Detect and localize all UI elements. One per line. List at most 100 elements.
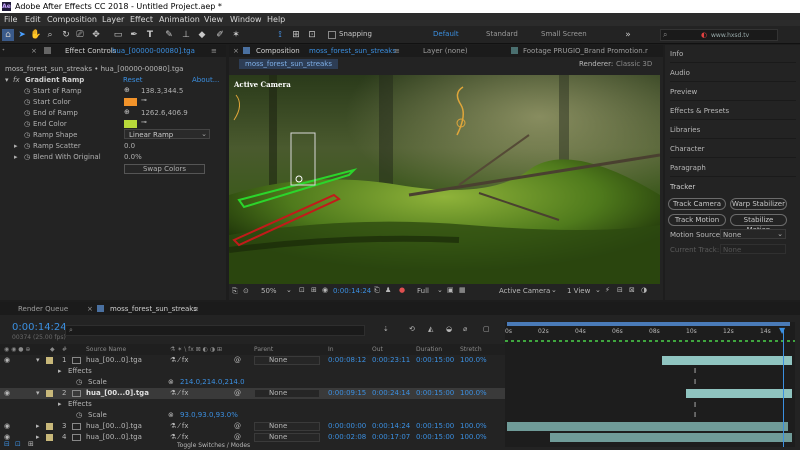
close-tab-icon[interactable]: ×: [87, 303, 93, 315]
source-name-header[interactable]: Source Name: [86, 344, 126, 355]
rotate-tool-icon[interactable]: ↻: [60, 29, 72, 41]
layer-name[interactable]: hua_[00...0].tga: [86, 388, 149, 399]
layer-out[interactable]: 0:00:14:24: [372, 421, 410, 432]
show-snapshot-icon[interactable]: ♟: [385, 286, 391, 294]
workspace-standard[interactable]: Standard: [486, 30, 518, 38]
eyedropper-icon[interactable]: ⊸: [141, 96, 147, 104]
grid-icon[interactable]: ⊞: [311, 286, 317, 294]
layer-name[interactable]: hua_[00...0].tga: [86, 421, 142, 432]
comp-mini-flowchart-icon[interactable]: ⊟: [4, 440, 10, 448]
track-motion-button[interactable]: Track Motion: [668, 214, 726, 226]
brush-tool-icon[interactable]: ✎: [163, 29, 175, 41]
chevron-down-icon[interactable]: ▾: [36, 355, 40, 366]
pen-tool-icon[interactable]: ✒: [128, 29, 140, 41]
stopwatch-icon[interactable]: ◷: [24, 120, 30, 128]
end-of-ramp-value[interactable]: 1262.6,406.9: [141, 109, 188, 117]
layer-name[interactable]: hua_[00...0].tga: [86, 355, 142, 366]
stretch-header[interactable]: Stretch: [460, 344, 482, 355]
toggle-switches-modes[interactable]: Toggle Switches / Modes: [177, 442, 250, 449]
stopwatch-icon[interactable]: ◷: [24, 131, 30, 139]
menu-effect[interactable]: Effect: [130, 13, 153, 26]
expand-switches-icon[interactable]: ⊡: [15, 440, 21, 448]
axis-world-icon[interactable]: ⊞: [290, 29, 302, 41]
layer-switches-icon[interactable]: ⚗ ⁄ fx: [170, 355, 189, 366]
magnify-ratio-icon[interactable]: ⊙: [243, 287, 249, 295]
stabilize-motion-button[interactable]: Stabilize Motion: [730, 214, 787, 234]
menu-layer[interactable]: Layer: [102, 13, 124, 26]
chevron-right-icon[interactable]: ▸: [58, 399, 62, 410]
stopwatch-icon[interactable]: ◷: [24, 153, 30, 161]
audio-panel-header[interactable]: Audio: [670, 64, 796, 82]
layer-stretch[interactable]: 100.0%: [460, 388, 487, 399]
work-area-bar[interactable]: [507, 322, 790, 326]
menu-animation[interactable]: Animation: [159, 13, 200, 26]
parent-header[interactable]: Parent: [254, 344, 273, 355]
pickwhip-icon[interactable]: @: [234, 355, 241, 366]
chevron-down-icon[interactable]: ▾: [5, 76, 9, 84]
menu-view[interactable]: View: [204, 13, 223, 26]
snapping-checkbox[interactable]: [328, 31, 336, 39]
layer-stretch[interactable]: 100.0%: [460, 432, 487, 443]
draft-3d-icon[interactable]: ⟲: [409, 325, 415, 333]
composition-tab-label[interactable]: Composition: [256, 45, 300, 57]
layer-duration[interactable]: 0:00:15:00: [416, 388, 454, 399]
selection-tool-icon[interactable]: ➤: [16, 29, 28, 41]
layer-switches-icon[interactable]: ⚗ ⁄ fx: [170, 421, 189, 432]
composition-tab-name[interactable]: moss_forest_sun_streaks: [309, 45, 396, 57]
camera-tool-icon[interactable]: ⎚: [74, 29, 86, 41]
comp-subtab[interactable]: moss_forest_sun_streaks: [239, 59, 338, 69]
axis-view-icon[interactable]: ⊡: [306, 29, 318, 41]
start-of-ramp-value[interactable]: 138.3,344.5: [141, 87, 183, 95]
time-graph[interactable]: 0s 02s 04s 06s 08s 10s 12s 14s I I I I ▼: [505, 322, 795, 447]
reset-link[interactable]: Reset: [123, 76, 143, 84]
live-update-icon[interactable]: ▢: [483, 325, 490, 333]
tracker-panel-header[interactable]: Tracker: [670, 178, 796, 196]
pickwhip-icon[interactable]: @: [234, 388, 241, 399]
workspace-menu-icon[interactable]: »: [622, 29, 634, 41]
layer-in[interactable]: 0:00:00:00: [328, 421, 366, 432]
chevron-down-icon[interactable]: ⌄: [286, 286, 292, 294]
chevron-right-icon[interactable]: ▸: [14, 153, 18, 161]
timeline-menu-icon[interactable]: ≡: [193, 303, 199, 315]
swap-colors-button[interactable]: Swap Colors: [124, 164, 205, 174]
ramp-scatter-value[interactable]: 0.0: [124, 142, 135, 150]
crosshair-icon[interactable]: ⊕: [124, 86, 130, 94]
layer-row[interactable]: ◉ ▸ 4 hua_[00...0].tga ⚗ ⁄ fx @ None 0:0…: [0, 432, 505, 443]
workspace-small-screen[interactable]: Small Screen: [541, 30, 587, 38]
clone-stamp-tool-icon[interactable]: ⊥: [180, 29, 192, 41]
footage-tab[interactable]: Footage PRUGIO_Brand Promotion.r: [523, 45, 648, 57]
layer-row[interactable]: ◉ ▸ 3 hua_[00...0].tga ⚗ ⁄ fx @ None 0:0…: [0, 421, 505, 432]
keyframe-icon[interactable]: I: [694, 401, 696, 409]
info-panel-header[interactable]: Info: [670, 45, 796, 63]
chevron-down-icon[interactable]: ⌄: [595, 286, 601, 294]
label-color-swatch[interactable]: [46, 423, 53, 430]
eye-icon[interactable]: ◉: [4, 355, 10, 366]
puppet-tool-icon[interactable]: ✶: [230, 29, 242, 41]
layer-duration[interactable]: 0:00:15:00: [416, 432, 454, 443]
type-tool-icon[interactable]: T: [144, 29, 156, 41]
warp-stabilizer-button[interactable]: Warp Stabilizer: [730, 198, 787, 210]
layer-stretch[interactable]: 100.0%: [460, 421, 487, 432]
roto-brush-tool-icon[interactable]: ✐: [214, 29, 226, 41]
label-color-swatch[interactable]: [46, 390, 53, 397]
keyframe-icon[interactable]: I: [694, 367, 696, 375]
keyframe-icon[interactable]: I: [694, 378, 696, 386]
close-tab-icon[interactable]: ×: [233, 45, 239, 57]
parent-dropdown[interactable]: None: [254, 433, 320, 442]
composition-panel-menu-icon[interactable]: ≡: [394, 45, 400, 57]
timeline-timecode[interactable]: 0:00:14:24: [12, 322, 67, 333]
channel-color-icon[interactable]: ●: [399, 286, 405, 294]
graph-editor-icon[interactable]: ⌀: [463, 325, 467, 333]
layer-out[interactable]: 0:00:24:14: [372, 388, 410, 399]
eraser-tool-icon[interactable]: ◆: [196, 29, 208, 41]
panel-menu-icon[interactable]: ᐩ: [2, 45, 5, 57]
layer-tab[interactable]: Layer (none): [423, 45, 468, 57]
region-of-interest-icon[interactable]: ▣: [447, 286, 454, 294]
frame-blending-icon[interactable]: ◭: [428, 325, 433, 333]
parent-dropdown[interactable]: None: [254, 389, 320, 398]
chevron-right-icon[interactable]: ▸: [36, 432, 40, 443]
search-help-field[interactable]: ⌕ ◐ www.hxsd.tv: [660, 29, 778, 41]
snapshot-icon[interactable]: ⎗: [374, 286, 380, 295]
render-queue-tab[interactable]: Render Queue: [18, 303, 68, 315]
link-icon[interactable]: ⊗: [168, 410, 174, 421]
